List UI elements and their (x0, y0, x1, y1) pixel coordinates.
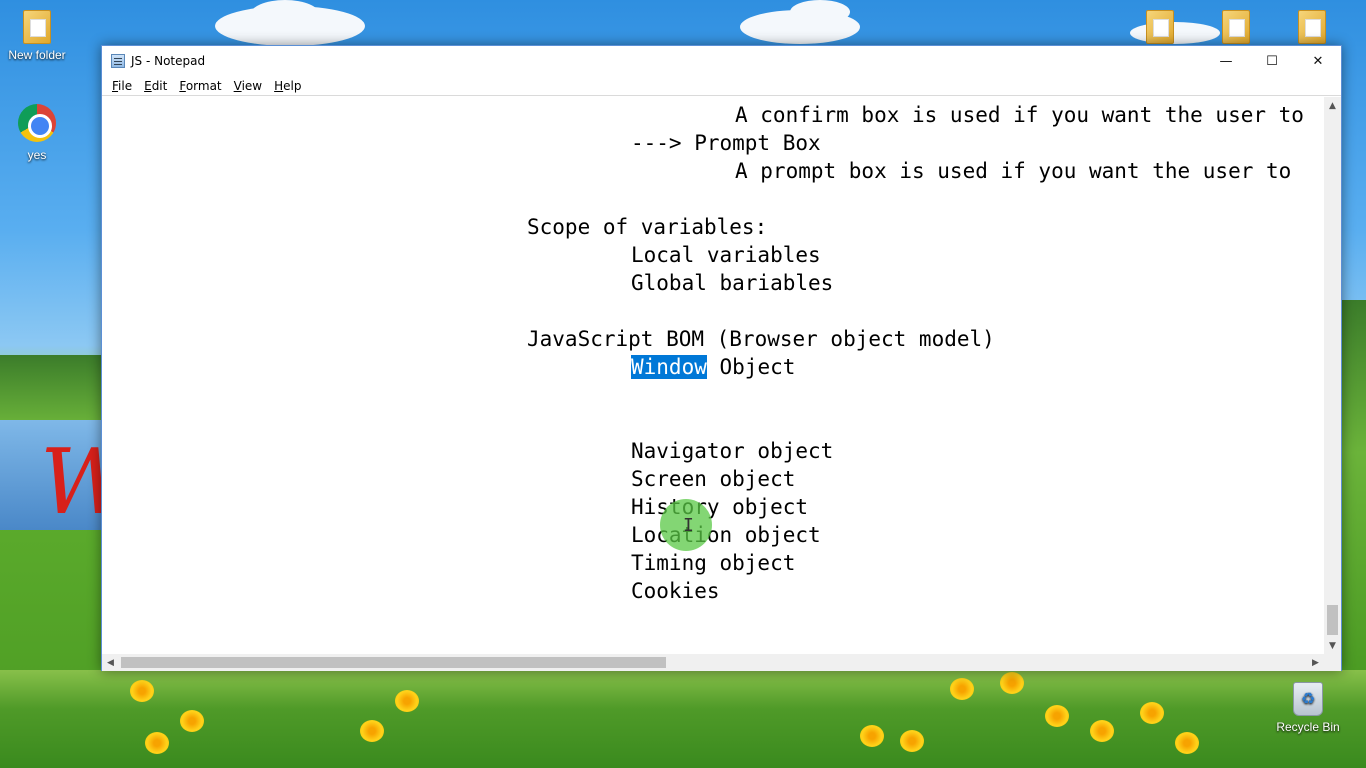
background-hills-right (1342, 300, 1366, 680)
scroll-down-icon[interactable]: ▼ (1324, 637, 1341, 654)
text-line: History object (631, 495, 809, 519)
chrome-icon (18, 104, 56, 142)
minimize-button[interactable]: — (1203, 46, 1249, 76)
folder-icon (1222, 10, 1250, 44)
maximize-button[interactable]: ☐ (1249, 46, 1295, 76)
desktop-icon-recycle-bin[interactable]: Recycle Bin (1272, 682, 1344, 734)
desktop-icon-chrome[interactable]: yes (0, 104, 74, 162)
desktop-icon-label: yes (27, 148, 47, 162)
folder-icon (23, 10, 51, 44)
notepad-icon (111, 54, 125, 68)
desktop-icon-folder[interactable] (1292, 10, 1332, 48)
menu-format[interactable]: Format (173, 79, 227, 93)
background-hills (0, 355, 102, 425)
text-editor[interactable]: A confirm box is used if you want the us… (102, 97, 1324, 654)
close-button[interactable]: ✕ (1295, 46, 1341, 76)
desktop-icon-file[interactable] (1140, 10, 1180, 48)
notepad-window: JS - Notepad — ☐ ✕ File Edit Format View… (101, 45, 1342, 671)
window-title: JS - Notepad (131, 54, 206, 68)
desktop-icon-label: Recycle Bin (1276, 720, 1340, 734)
vertical-scrollbar[interactable]: ▲ ▼ (1324, 97, 1341, 654)
scrollbar-corner (1324, 654, 1341, 671)
recycle-bin-icon (1293, 682, 1323, 716)
cloud (790, 0, 850, 24)
folder-icon (1298, 10, 1326, 44)
menu-bar: File Edit Format View Help (102, 76, 1341, 96)
menu-help[interactable]: Help (268, 79, 307, 93)
folder-icon (1146, 10, 1174, 44)
text-line-selected: Window Object (631, 355, 796, 379)
text-line: JavaScript BOM (Browser object model) (527, 327, 995, 351)
background-meadow (0, 670, 1366, 768)
text-line: Timing object (631, 551, 796, 575)
desktop-icon-file[interactable] (1216, 10, 1256, 48)
text-line: Cookies (631, 579, 720, 603)
text-cursor-icon: I (683, 515, 694, 536)
text-line: Screen object (631, 467, 796, 491)
menu-file[interactable]: File (106, 79, 138, 93)
text-line: A confirm box is used if you want the us… (735, 103, 1304, 127)
vertical-scroll-thumb[interactable] (1327, 605, 1338, 635)
text-line: A prompt box is used if you want the use… (735, 159, 1292, 183)
text-line: Global bariables (631, 271, 834, 295)
desktop-icon-label: New folder (8, 48, 66, 62)
menu-view[interactable]: View (228, 79, 268, 93)
text-line: Scope of variables: (527, 215, 768, 239)
scroll-left-icon[interactable]: ◀ (102, 654, 119, 671)
selected-text: Window (631, 355, 707, 379)
menu-edit[interactable]: Edit (138, 79, 173, 93)
window-controls: — ☐ ✕ (1203, 46, 1341, 76)
title-bar[interactable]: JS - Notepad — ☐ ✕ (102, 46, 1341, 76)
scroll-right-icon[interactable]: ▶ (1307, 654, 1324, 671)
text-line: Local variables (631, 243, 821, 267)
horizontal-scrollbar[interactable]: ◀ ▶ (102, 654, 1324, 671)
text-line: ---> Prompt Box (631, 131, 821, 155)
desktop-icon-new-folder[interactable]: New folder (0, 10, 74, 62)
text-line: Navigator object (631, 439, 834, 463)
cloud (250, 0, 320, 30)
horizontal-scroll-thumb[interactable] (121, 657, 666, 668)
scroll-up-icon[interactable]: ▲ (1324, 97, 1341, 114)
